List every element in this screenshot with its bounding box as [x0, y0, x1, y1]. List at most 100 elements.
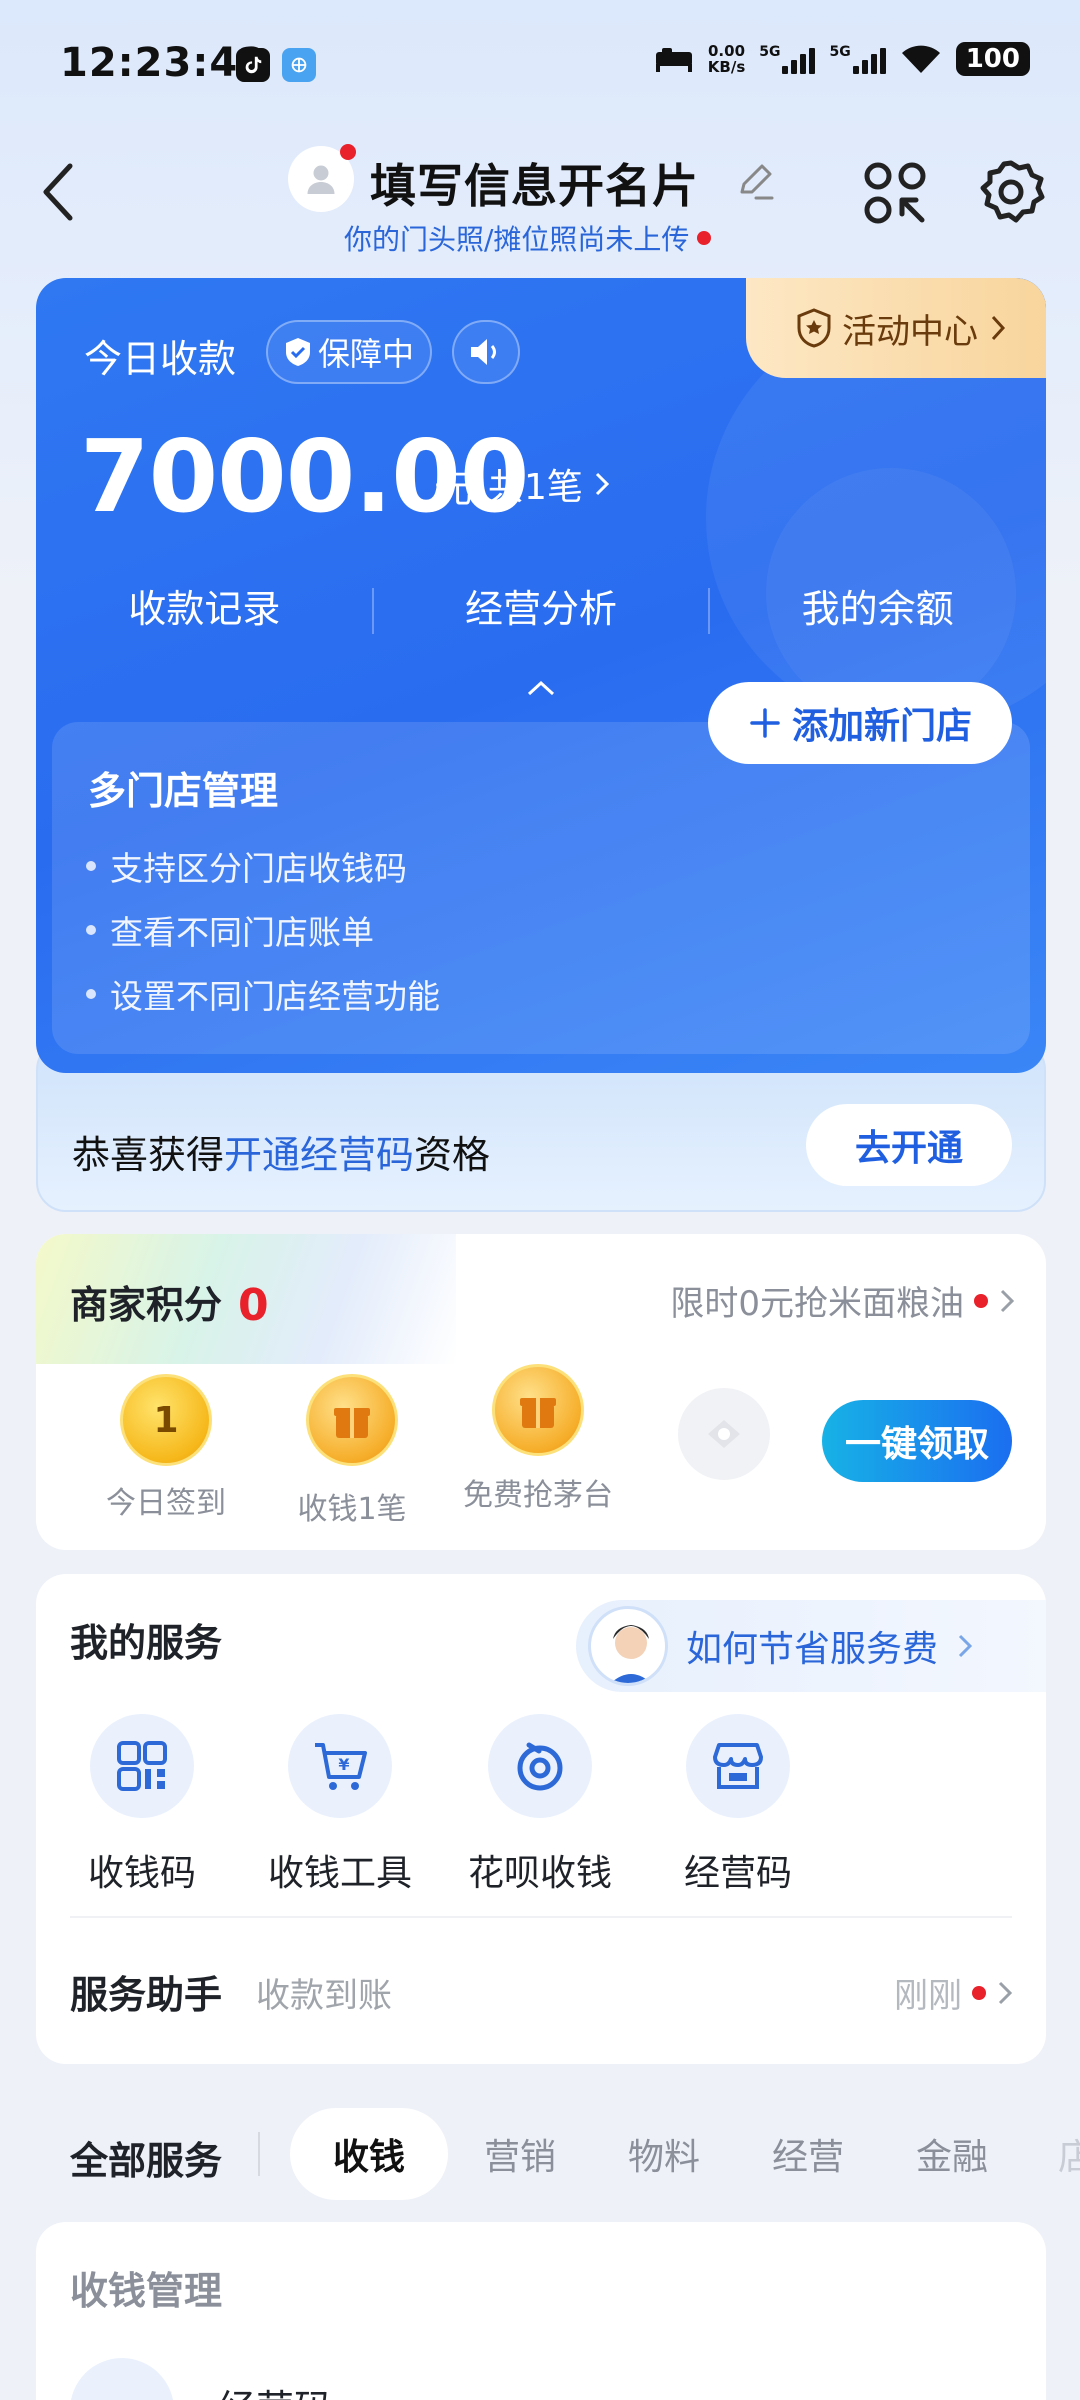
badge-icon: [797, 308, 831, 348]
my-services-card: 我的服务 如何节省服务费 收钱码 ¥ 收钱工具 花呗收钱 经营码 服务助手 收款…: [36, 1574, 1046, 2064]
chevron-right-icon: [958, 1634, 973, 1658]
collect-payment-label: 收钱1笔: [297, 1492, 407, 1527]
management-item[interactable]: 经营码: [218, 2378, 332, 2400]
tab-finance[interactable]: 金融: [916, 2128, 988, 2180]
divider: [70, 1916, 1012, 1918]
claim-all-button[interactable]: 一键领取: [822, 1400, 1012, 1482]
points-value: 0: [238, 1280, 269, 1331]
scan-icon[interactable]: [862, 160, 928, 226]
service-assistant-time[interactable]: 刚刚: [894, 1968, 1014, 2017]
tab-materials[interactable]: 物料: [628, 2128, 700, 2180]
huabei-icon: [488, 1714, 592, 1818]
svg-text:¥: ¥: [338, 1755, 349, 1774]
checkin-label: 今日签到: [106, 1486, 226, 1521]
tab-all-services[interactable]: 全部服务: [70, 2130, 222, 2185]
service-huabei[interactable]: 花呗收钱: [440, 1714, 640, 1896]
service-label: 收钱工具: [267, 1853, 412, 1894]
multi-store-panel: 多门店管理 支持区分门店收钱码 查看不同门店账单 设置不同门店经营功能: [52, 722, 1030, 1054]
merchant-points-card: 商家积分 0 限时0元抢米面粮油 1 今日签到 收钱1笔 免费抢茅台 一键领取: [36, 1234, 1046, 1550]
multi-store-title: 多门店管理: [88, 769, 279, 813]
service-assistant-title[interactable]: 服务助手: [70, 1964, 222, 2019]
transaction-count[interactable]: 共1笔: [488, 458, 611, 510]
collection-management-card: 收钱管理 经营码: [36, 2222, 1046, 2400]
protection-badge[interactable]: 保障中: [266, 320, 433, 384]
voice-broadcast-button[interactable]: [452, 320, 520, 384]
notification-dot: [340, 144, 356, 160]
locked-reward-icon: [678, 1388, 770, 1480]
tab-operations[interactable]: 经营: [772, 2128, 844, 2180]
activity-center-button[interactable]: 活动中心: [746, 278, 1046, 378]
wifi-icon: [901, 45, 940, 73]
service-assistant-message[interactable]: 收款到账: [256, 1968, 392, 2017]
chevron-up-icon[interactable]: [525, 678, 557, 698]
service-label: 经营码: [683, 1853, 792, 1894]
promo-dot: [974, 1293, 988, 1308]
avatar[interactable]: [288, 144, 356, 212]
divider: [258, 2132, 260, 2176]
chevron-right-icon: [1000, 1289, 1015, 1312]
services-title: 我的服务: [70, 1621, 223, 1665]
page-title[interactable]: 填写信息开名片: [370, 150, 699, 216]
points-promo-link[interactable]: 限时0元抢米面粮油: [670, 1276, 1016, 1325]
tab-my-balance[interactable]: 我的余额: [709, 578, 1046, 633]
assistant-avatar: [588, 1606, 668, 1686]
bed-icon: [655, 48, 692, 72]
upload-reminder[interactable]: 你的门头照/摊位照尚未上传: [344, 218, 712, 258]
income-tabs: 收款记录 经营分析 我的余额: [36, 578, 1046, 634]
back-arrow-icon[interactable]: [36, 160, 80, 224]
points-title: 商家积分: [70, 1283, 223, 1327]
chevron-right-icon: [991, 315, 1006, 341]
unread-dot: [972, 1985, 986, 2000]
cart-icon: ¥: [288, 1714, 392, 1818]
add-store-button[interactable]: 添加新门店: [708, 682, 1012, 764]
management-title: 收钱管理: [70, 2269, 223, 2313]
feature-item: 查看不同门店账单: [86, 898, 440, 962]
edit-icon[interactable]: [732, 158, 778, 204]
currency-unit: 元: [434, 467, 473, 511]
tab-store[interactable]: 店: [1058, 2128, 1080, 2180]
gift-icon[interactable]: [306, 1374, 398, 1466]
multi-store-features: 支持区分门店收钱码 查看不同门店账单 设置不同门店经营功能: [86, 834, 440, 1026]
tiktok-app-icon: [236, 48, 270, 82]
save-fee-tip[interactable]: 如何节省服务费: [576, 1600, 1046, 1692]
chevron-right-icon: [595, 472, 610, 496]
signal-2: 5G: [829, 44, 886, 74]
qr-code-icon: [90, 1714, 194, 1818]
signal-1: 5G: [759, 44, 816, 74]
service-collect-tools[interactable]: ¥ 收钱工具: [240, 1714, 440, 1896]
service-qr-code[interactable]: 收钱码: [42, 1714, 242, 1896]
today-income-label: 今日收款: [84, 337, 237, 381]
store-icon: [70, 2358, 174, 2400]
tab-business-analysis[interactable]: 经营分析: [373, 578, 710, 633]
feature-item: 支持区分门店收钱码: [86, 834, 440, 898]
divider: [372, 588, 374, 634]
tab-payment-records[interactable]: 收款记录: [36, 578, 373, 633]
free-maotai-label: 免费抢茅台: [463, 1478, 613, 1513]
service-label: 收钱码: [87, 1853, 196, 1894]
gear-icon[interactable]: [976, 158, 1046, 228]
speaker-icon: [471, 339, 496, 365]
shield-icon: [286, 338, 310, 366]
checkin-coin[interactable]: 1: [120, 1374, 212, 1466]
gift-icon[interactable]: [492, 1364, 584, 1456]
open-qualification-text: 恭喜获得开通经营码资格: [72, 1133, 491, 1177]
app-notification-icon: [282, 48, 316, 82]
tab-marketing[interactable]: 营销: [484, 2128, 556, 2180]
plus-icon: [750, 708, 780, 738]
battery-indicator: 100: [955, 42, 1030, 76]
divider: [708, 588, 710, 634]
user-icon: [307, 165, 335, 194]
income-card: 活动中心 今日收款 保障中 7000.00 元 共1笔 收款记录 经营分析 我的…: [36, 278, 1046, 1073]
store-icon: [686, 1714, 790, 1818]
service-category-tabs: 全部服务 收钱 营销 物料 经营 金融 店: [0, 2108, 1080, 2200]
service-business-code[interactable]: 经营码: [638, 1714, 838, 1896]
chevron-right-icon: [998, 1981, 1013, 2004]
reminder-dot: [697, 231, 712, 245]
open-now-button[interactable]: 去开通: [806, 1104, 1012, 1186]
status-right: 0.00 KB/s 5G 5G 100: [654, 42, 1030, 76]
service-label: 花呗收钱: [467, 1853, 612, 1894]
feature-item: 设置不同门店经营功能: [86, 962, 440, 1026]
status-bar: 12:23:42 0.00 KB/s 5G 5G 100: [0, 0, 1080, 130]
tab-collect[interactable]: 收钱: [290, 2108, 448, 2200]
net-speed: 0.00 KB/s: [707, 42, 746, 76]
